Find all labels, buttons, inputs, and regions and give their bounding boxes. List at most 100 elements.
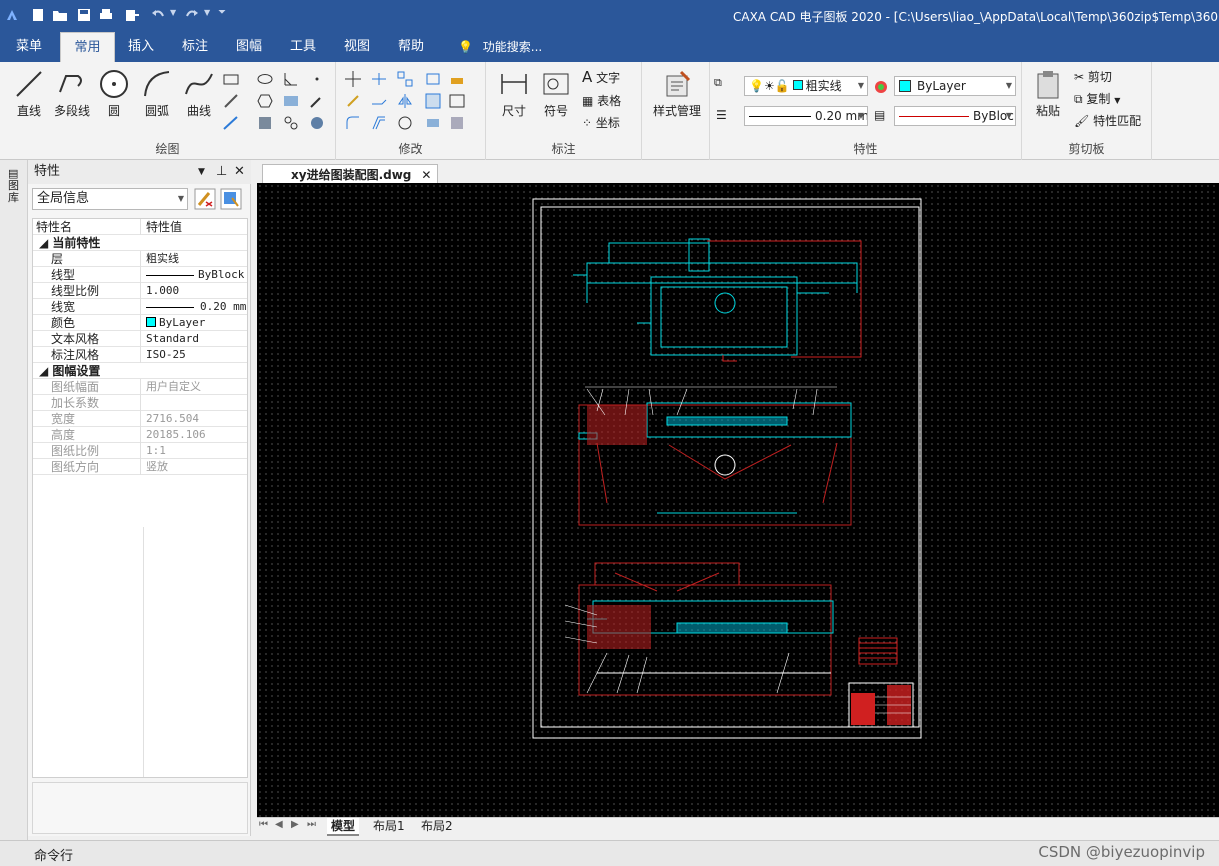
close-icon[interactable]: ✕	[234, 160, 245, 184]
table-button[interactable]: ▦ 表格	[582, 92, 621, 109]
property-row[interactable]: 线型 ByBlock	[33, 267, 247, 283]
block-icon[interactable]	[282, 114, 300, 132]
array-icon[interactable]	[396, 70, 414, 88]
extend-icon[interactable]	[370, 92, 388, 110]
polyline-button[interactable]: 多段线	[50, 68, 94, 119]
tab-insert[interactable]: 插入	[118, 32, 164, 62]
trim-icon[interactable]	[370, 70, 388, 88]
layer-manager-icon[interactable]: ⧉	[714, 76, 722, 90]
property-row[interactable]: 层 粗实线	[33, 251, 247, 267]
explode-icon[interactable]	[424, 70, 442, 88]
property-value[interactable]: 1.000	[143, 283, 247, 299]
quick-select-icon[interactable]	[194, 188, 216, 210]
tab-sheet[interactable]: 图幅	[226, 32, 272, 62]
dimension-button[interactable]: 尺寸	[494, 68, 534, 119]
line-button[interactable]: 直线	[10, 68, 48, 119]
linewidth-icon[interactable]: ☰	[716, 108, 727, 122]
color-wheel-icon[interactable]	[872, 78, 890, 96]
last-layout-icon[interactable]: ⏭	[307, 819, 316, 830]
paste-button[interactable]: 粘贴	[1028, 68, 1068, 119]
tab-common[interactable]: 常用	[60, 32, 115, 62]
fillet-icon[interactable]	[344, 114, 362, 132]
pick-icon[interactable]	[308, 92, 326, 110]
linetype-icon[interactable]: ▤	[874, 108, 885, 122]
command-line[interactable]: 命令行	[34, 845, 73, 864]
open-file-icon[interactable]	[52, 7, 68, 23]
linetype-combo[interactable]: ByBlock▼	[894, 106, 1016, 126]
copy-move-icon[interactable]	[344, 92, 362, 110]
scope-select[interactable]: 全局信息 ▼	[32, 188, 188, 210]
tab-help[interactable]: 帮助	[388, 32, 434, 62]
new-file-icon[interactable]	[30, 7, 46, 23]
pin-icon[interactable]: ⊥	[216, 160, 227, 184]
close-document-icon[interactable]: ✕	[421, 165, 431, 185]
undo-icon[interactable]	[150, 7, 166, 23]
property-row[interactable]: 标注风格 ISO-25	[33, 347, 247, 363]
linewidth-combo[interactable]: 0.20 mm ▼	[744, 106, 868, 126]
rotate-icon[interactable]	[396, 114, 414, 132]
print-icon[interactable]	[98, 7, 114, 23]
property-value-linetype[interactable]: ByBlock	[143, 267, 247, 283]
hatch-icon[interactable]	[282, 92, 300, 110]
stretch-icon[interactable]	[448, 92, 466, 110]
tab-layout1[interactable]: 布局1	[369, 818, 409, 836]
centerline-icon[interactable]	[222, 92, 240, 110]
tab-tools[interactable]: 工具	[280, 32, 326, 62]
gear-icon[interactable]	[308, 114, 326, 132]
break-icon[interactable]	[424, 114, 442, 132]
redo-dropdown-icon[interactable]: ▼	[204, 8, 210, 17]
symbol-button[interactable]: 符号	[536, 68, 576, 119]
text-button[interactable]: A 文字	[582, 68, 620, 86]
copy-button[interactable]: ⧉ 复制 ▼	[1074, 90, 1120, 107]
construction-line-icon[interactable]	[222, 114, 240, 132]
coordinate-button[interactable]: ⁘ 坐标	[582, 114, 620, 131]
eraser-icon[interactable]	[448, 70, 466, 88]
select-objects-icon[interactable]	[220, 188, 242, 210]
move-icon[interactable]	[344, 70, 362, 88]
match-props-button[interactable]: 🖌 特性匹配	[1074, 112, 1141, 129]
property-value-linewidth[interactable]: 0.20 mm	[143, 299, 247, 315]
prev-layout-icon[interactable]: ◀	[275, 819, 283, 830]
property-row[interactable]: 线宽 0.20 mm	[33, 299, 247, 315]
point-icon[interactable]	[308, 70, 326, 88]
function-search[interactable]: 💡 功能搜索...	[458, 32, 542, 62]
property-row[interactable]: 线型比例 1.000	[33, 283, 247, 299]
tab-layout2[interactable]: 布局2	[417, 818, 457, 836]
ellipse-icon[interactable]	[256, 70, 274, 88]
color-combo[interactable]: ByLayer ▼	[894, 76, 1016, 96]
circle-button[interactable]: 圆	[96, 68, 132, 119]
document-tab[interactable]: xy进给图装配图.dwg ✕	[262, 164, 439, 185]
property-value[interactable]: ISO-25	[143, 347, 247, 363]
save-icon[interactable]	[76, 7, 92, 23]
next-layout-icon[interactable]: ▶	[291, 819, 299, 830]
section-current[interactable]: ◢ 当前特性	[33, 235, 247, 251]
region-icon[interactable]	[256, 114, 274, 132]
curve-button[interactable]: 曲线	[180, 68, 218, 119]
first-layout-icon[interactable]: ⏮	[259, 819, 268, 830]
edit-icon[interactable]	[448, 114, 466, 132]
cut-button[interactable]: ✂ 剪切	[1074, 68, 1112, 85]
tab-annotate[interactable]: 标注	[172, 32, 218, 62]
offset-icon[interactable]	[370, 114, 388, 132]
property-value[interactable]: 粗实线	[143, 251, 247, 267]
mirror-icon[interactable]	[396, 92, 414, 110]
style-manager-button[interactable]: 样式管理	[648, 68, 706, 119]
property-value-color[interactable]: ByLayer	[143, 315, 247, 331]
tab-model[interactable]: 模型	[327, 818, 360, 836]
scale-icon[interactable]	[424, 92, 442, 110]
customize-toolbar-icon[interactable]: ⏷	[218, 7, 226, 18]
angle-line-icon[interactable]	[282, 70, 300, 88]
tab-view[interactable]: 视图	[334, 32, 380, 62]
panel-menu-icon[interactable]: ▼	[198, 160, 205, 184]
undo-dropdown-icon[interactable]: ▼	[170, 8, 176, 17]
hexagon-icon[interactable]	[256, 92, 274, 110]
section-sheet[interactable]: ◢ 图幅设置	[33, 363, 247, 379]
rectangle-icon[interactable]	[222, 70, 240, 88]
arc-button[interactable]: 圆弧	[138, 68, 176, 119]
export-icon[interactable]	[124, 7, 140, 23]
tab-menu[interactable]: 菜单	[4, 32, 54, 62]
property-row[interactable]: 颜色 ByLayer	[33, 315, 247, 331]
property-value[interactable]: Standard	[143, 331, 247, 347]
property-row[interactable]: 文本风格 Standard	[33, 331, 247, 347]
layer-combo[interactable]: 💡☀🔓 粗实线 ▼	[744, 76, 868, 96]
